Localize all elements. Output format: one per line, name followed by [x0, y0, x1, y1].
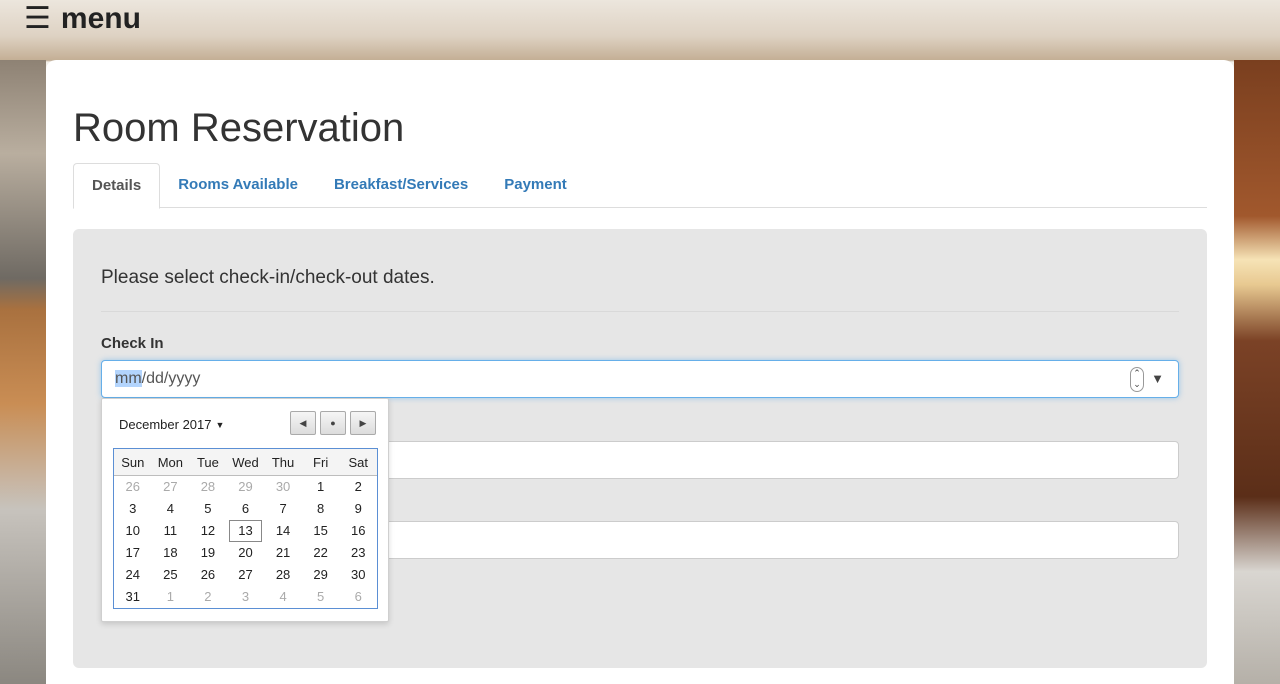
hamburger-icon: ☰	[24, 2, 51, 35]
weekday-label: Sat	[348, 455, 368, 470]
weekday-label: Fri	[313, 455, 329, 470]
check-in-value: mm/dd/yyyy	[115, 370, 200, 388]
calendar-day[interactable]: 29	[227, 476, 265, 498]
background-left-window	[0, 60, 46, 684]
prev-month-button[interactable]: ◀	[290, 411, 316, 435]
calendar-dropdown-icon[interactable]: ▼	[1151, 371, 1164, 386]
calendar-day[interactable]: 3	[227, 586, 265, 608]
calendar-day[interactable]: 26	[114, 476, 152, 498]
calendar-day[interactable]: 8	[302, 498, 340, 520]
calendar-day[interactable]: 27	[227, 564, 265, 586]
page-title: Room Reservation	[73, 106, 405, 150]
calendar-day[interactable]: 1	[152, 586, 190, 608]
calendar-day[interactable]: 7	[264, 498, 302, 520]
calendar-day[interactable]: 25	[152, 564, 190, 586]
tab-bar: Details Rooms Available Breakfast/Servic…	[73, 163, 1207, 209]
calendar-day[interactable]: 22	[302, 542, 340, 564]
calendar-day[interactable]: 30	[264, 476, 302, 498]
calendar-day-today[interactable]: 13	[228, 520, 263, 542]
calendar-day[interactable]: 31	[114, 586, 152, 608]
today-button[interactable]: ●	[320, 411, 346, 435]
calendar-day[interactable]: 9	[339, 498, 377, 520]
weekday-label: Sun	[121, 455, 145, 470]
calendar-day[interactable]: 27	[152, 476, 190, 498]
divider	[101, 311, 1179, 312]
calendar-day[interactable]: 3	[114, 498, 152, 520]
check-in-label: Check In	[101, 335, 164, 352]
next-month-button[interactable]: ▶	[350, 411, 376, 435]
weekday-header: Sun Mon Tue Wed Thu Fri Sat	[114, 449, 377, 476]
tab-rooms-available[interactable]: Rooms Available	[160, 163, 316, 208]
weekday-label: Tue	[196, 455, 219, 470]
weekday-label: Wed	[232, 455, 259, 470]
calendar-day[interactable]: 4	[152, 498, 190, 520]
calendar-days: 26 27 28 29 30 1 2 3 4 5 6 7 8 9 10 11 12 13 14 15 16 17 18 19 2…	[114, 476, 377, 608]
calendar-day[interactable]: 20	[227, 542, 265, 564]
calendar-day[interactable]: 1	[302, 476, 340, 498]
calendar-day[interactable]: 14	[264, 520, 302, 542]
calendar-day[interactable]: 26	[189, 564, 227, 586]
calendar-day[interactable]: 12	[189, 520, 227, 542]
calendar-day[interactable]: 10	[114, 520, 152, 542]
date-spinner-icon[interactable]: ⌃ ⌄	[1130, 367, 1144, 392]
calendar-day[interactable]: 2	[339, 476, 377, 498]
calendar-day[interactable]: 2	[189, 586, 227, 608]
month-select[interactable]: December 2017 ▼	[119, 417, 224, 432]
calendar-day[interactable]: 24	[114, 564, 152, 586]
calendar-day[interactable]: 30	[339, 564, 377, 586]
tab-payment[interactable]: Payment	[486, 163, 585, 208]
calendar-day[interactable]: 21	[264, 542, 302, 564]
weekday-label: Mon	[157, 455, 183, 470]
calendar-day[interactable]: 15	[302, 520, 340, 542]
tab-details[interactable]: Details	[73, 163, 161, 209]
instructions-text: Please select check-in/check-out dates.	[101, 267, 435, 288]
date-rest-segment: /dd/yyyy	[141, 370, 201, 387]
check-in-date-input[interactable]: mm/dd/yyyy ⌃ ⌄ ▼	[101, 360, 1179, 398]
background-right-wall	[1234, 60, 1280, 684]
calendar-nav: ◀ ● ▶	[290, 411, 376, 435]
date-picker-popup: December 2017 ▼ ◀ ● ▶ Sun Mon Tue Wed Thu Fri S…	[101, 398, 389, 622]
caret-down-icon: ▼	[215, 420, 225, 430]
calendar-day[interactable]: 19	[189, 542, 227, 564]
calendar-day[interactable]: 4	[264, 586, 302, 608]
calendar-day[interactable]: 6	[339, 586, 377, 608]
calendar-grid: Sun Mon Tue Wed Thu Fri Sat 26 27 28 29 30 1 2 3 4 5 6 7 8…	[113, 448, 378, 609]
menu-label: menu	[60, 2, 141, 35]
calendar-day[interactable]: 5	[302, 586, 340, 608]
calendar-day[interactable]: 6	[227, 498, 265, 520]
menu-button[interactable]: ☰ menu	[24, 2, 141, 36]
calendar-day[interactable]: 23	[339, 542, 377, 564]
calendar-day[interactable]: 18	[152, 542, 190, 564]
background-ceiling	[0, 0, 1280, 60]
calendar-day[interactable]: 28	[264, 564, 302, 586]
calendar-day[interactable]: 17	[114, 542, 152, 564]
calendar-day[interactable]: 11	[152, 520, 190, 542]
calendar-day[interactable]: 28	[189, 476, 227, 498]
month-label: December 2017	[119, 417, 212, 432]
calendar-day[interactable]: 16	[339, 520, 377, 542]
tab-breakfast-services[interactable]: Breakfast/Services	[316, 163, 486, 208]
weekday-label: Thu	[271, 455, 295, 470]
calendar-day[interactable]: 29	[302, 564, 340, 586]
calendar-day[interactable]: 5	[189, 498, 227, 520]
month-segment: mm	[115, 370, 142, 387]
